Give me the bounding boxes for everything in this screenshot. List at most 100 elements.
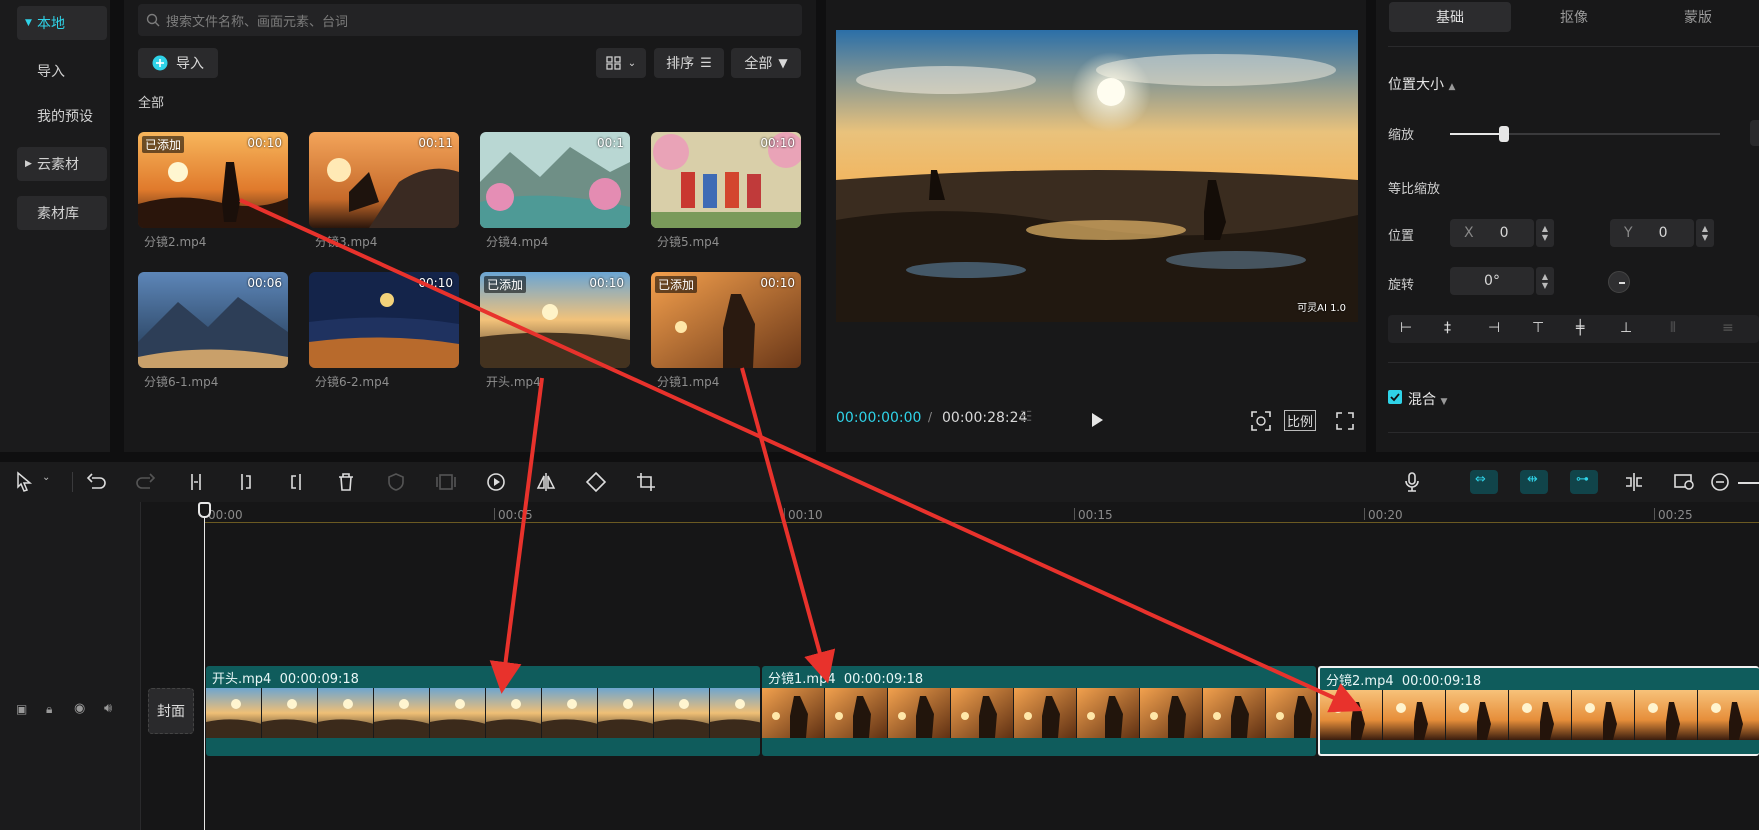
media-thumbnail[interactable]: 已添加 00:10 (480, 272, 630, 368)
ruler-line (204, 522, 1759, 523)
delete-icon[interactable] (334, 470, 358, 494)
align-bottom-icon[interactable]: ⊥ (1620, 320, 1632, 336)
clip-label: 分镜2.mp4 00:00:09:18 (1326, 670, 1481, 689)
chevron-down-icon[interactable]: ⌄ (42, 472, 50, 483)
shield-icon[interactable] (384, 470, 408, 494)
timeline-clip-selected[interactable]: 分镜2.mp4 00:00:09:18 (1318, 666, 1759, 756)
align-left-icon[interactable]: ⊢ (1400, 320, 1412, 336)
select-cursor-icon[interactable] (12, 470, 36, 494)
align-right-icon[interactable]: ⊣ (1488, 320, 1500, 336)
rotate-icon[interactable] (584, 470, 608, 494)
screenshot-icon[interactable] (1672, 470, 1696, 494)
search-placeholder: 搜索文件名称、画面元素、台词 (166, 14, 349, 30)
ratio-button[interactable]: 比例 (1284, 410, 1317, 431)
divider (72, 472, 73, 492)
cover-button[interactable]: 封面 (148, 688, 194, 734)
preview-axis-icon[interactable] (1622, 470, 1646, 494)
distribute-h-icon[interactable]: ⫴ (1670, 320, 1676, 336)
linkage-icon[interactable]: ⊶ (1570, 470, 1598, 494)
clip-filmstrip (1320, 690, 1759, 740)
main-track-magnet-icon[interactable]: ⇔ (1470, 470, 1498, 494)
sidebar-item-local[interactable]: ▼ 本地 (17, 6, 107, 40)
view-mode-button[interactable]: ⌄ (596, 48, 646, 78)
filter-button[interactable]: 全部 ▼ (731, 48, 801, 78)
zoom-slider[interactable] (1738, 482, 1759, 484)
media-thumbnail[interactable]: 已添加 00:10 (138, 132, 288, 228)
section-title[interactable]: 位置大小 ▲ (1388, 74, 1455, 94)
fullscreen-icon[interactable] (1336, 412, 1354, 430)
distribute-v-icon[interactable]: ≡ (1722, 320, 1734, 336)
blend-section[interactable]: 混合 ▼ (1408, 389, 1447, 409)
lock-icon[interactable]: 🔒︎ (46, 702, 52, 717)
auto-snap-icon[interactable]: ⇹ (1520, 470, 1548, 494)
sidebar-item-library[interactable]: 素材库 (17, 196, 107, 230)
sidebar-item-presets[interactable]: 我的预设 (17, 99, 107, 133)
stepper-down-icon: ▼ (1541, 281, 1549, 290)
media-thumbnail[interactable]: 00:10 (309, 272, 459, 368)
timeline-clip[interactable]: 分镜1.mp4 00:00:09:18 (762, 666, 1316, 756)
media-thumbnail[interactable]: 00:11 (309, 132, 459, 228)
link-glyph-icon: ⊶ (1576, 472, 1589, 487)
clip-duration: 00:00:09:18 (1401, 674, 1482, 689)
grid-view-icon (606, 56, 621, 70)
sort-button[interactable]: 排序 ☰ (654, 48, 724, 78)
playhead-handle[interactable] (198, 502, 211, 518)
tab-mask[interactable]: 蒙版 (1637, 2, 1759, 32)
mirror-icon[interactable] (534, 470, 558, 494)
playhead-line[interactable] (204, 512, 205, 830)
media-name: 开头.mp4 (486, 375, 541, 389)
trim-right-icon[interactable] (284, 470, 308, 494)
blend-checkbox[interactable] (1388, 390, 1402, 404)
speaker-icon[interactable]: 🔊︎ (104, 701, 112, 716)
rotate-dial[interactable] (1608, 271, 1630, 293)
position-y-stepper[interactable]: ▲ ▼ (1696, 219, 1714, 247)
ruler-label: 00:10 (788, 508, 823, 522)
reverse-play-icon[interactable] (484, 470, 508, 494)
position-x-field[interactable]: X 0 (1450, 219, 1534, 247)
duration-label: 00:06 (247, 276, 282, 290)
divider (1388, 362, 1759, 363)
chevron-up-icon: ▲ (1448, 82, 1456, 92)
timeline-clip[interactable]: 开头.mp4 00:00:09:18 (206, 666, 760, 756)
align-top-icon[interactable]: ⊤ (1532, 320, 1544, 336)
track-video-icon[interactable]: ▣ (16, 702, 27, 716)
trim-left-icon[interactable] (234, 470, 258, 494)
ruler-label: 00:05 (498, 508, 533, 522)
search-input[interactable]: 搜索文件名称、画面元素、台词 (138, 4, 802, 36)
sidebar-item-import[interactable]: 导入 (17, 54, 107, 88)
fit-view-icon[interactable] (1250, 410, 1272, 432)
media-panel: 搜索文件名称、画面元素、台词 导入 ⌄ 排序 ☰ 全部 ▼ 全部 已添加 00:… (124, 0, 816, 452)
import-button[interactable]: 导入 (138, 48, 218, 78)
play-icon[interactable] (1090, 412, 1104, 428)
scale-slider-track[interactable] (1450, 126, 1720, 142)
filter-icon: ▼ (778, 56, 788, 70)
redo-icon[interactable] (134, 470, 158, 494)
sidebar-item-cloud[interactable]: ▶ 云素材 (17, 147, 107, 181)
media-thumbnail[interactable]: 00:06 (138, 272, 288, 368)
tab-basic[interactable]: 基础 (1389, 2, 1511, 32)
align-center-v-icon[interactable]: ╪ (1576, 320, 1584, 336)
total-timecode: 00:00:28:24 (942, 410, 1028, 426)
expand-caret-icon: ▼ (25, 18, 32, 28)
align-center-h-icon[interactable]: ‡ (1444, 320, 1451, 336)
tab-cutout[interactable]: 抠像 (1513, 2, 1635, 32)
split-icon[interactable] (184, 470, 208, 494)
rotate-stepper[interactable]: ▲ ▼ (1536, 267, 1554, 295)
timecode-separator: / (928, 410, 933, 424)
rotate-field[interactable]: 0° (1450, 267, 1534, 295)
eye-icon[interactable]: ◉ (74, 701, 85, 716)
waveform-icon[interactable]: ☷ (1020, 409, 1033, 425)
freeze-frame-icon[interactable] (434, 470, 458, 494)
position-y-field[interactable]: Y 0 (1610, 219, 1694, 247)
position-x-stepper[interactable]: ▲ ▼ (1536, 219, 1554, 247)
scale-value-field[interactable] (1750, 120, 1759, 146)
media-thumbnail[interactable]: 00:10 (651, 132, 801, 228)
microphone-icon[interactable] (1400, 470, 1424, 494)
undo-icon[interactable] (84, 470, 108, 494)
preview-video[interactable]: 可灵AI 1.0 (836, 30, 1358, 322)
scale-slider-handle[interactable] (1499, 126, 1509, 142)
media-thumbnail[interactable]: 00:1 (480, 132, 630, 228)
crop-icon[interactable] (634, 470, 658, 494)
media-thumbnail[interactable]: 已添加 00:10 (651, 272, 801, 368)
zoom-out-icon[interactable] (1708, 470, 1732, 494)
